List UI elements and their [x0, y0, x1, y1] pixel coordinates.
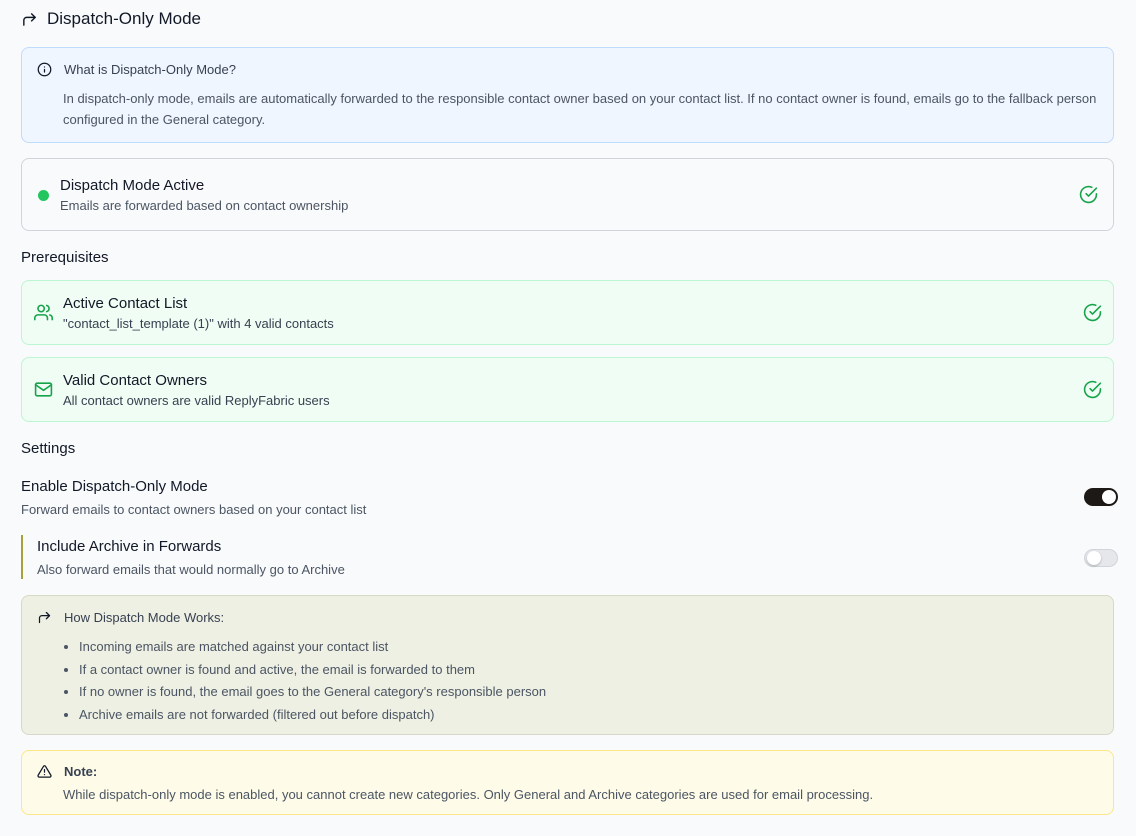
prereq-contact-owners: Valid Contact Owners All contact owners …: [21, 357, 1114, 422]
list-item: If a contact owner is found and active, …: [79, 659, 546, 682]
forward-arrow-icon: [38, 611, 51, 624]
toggle-knob: [1102, 490, 1116, 504]
setting-subtitle: Forward emails to contact owners based o…: [21, 502, 367, 517]
status-title: Dispatch Mode Active: [60, 177, 205, 194]
enable-dispatch-toggle[interactable]: [1084, 488, 1118, 506]
how-list: Incoming emails are matched against your…: [79, 636, 546, 726]
info-icon: [37, 62, 52, 77]
prereq-subtitle: All contact owners are valid ReplyFabric…: [63, 393, 330, 408]
page-title-text: Dispatch-Only Mode: [47, 9, 202, 28]
status-dot-icon: [38, 190, 49, 201]
info-title: What is Dispatch-Only Mode?: [64, 62, 236, 77]
toggle-knob: [1087, 551, 1101, 565]
note-box: Note: While dispatch-only mode is enable…: [21, 750, 1114, 815]
setting-subtitle: Also forward emails that would normally …: [37, 562, 345, 577]
note-title: Note:: [64, 764, 98, 779]
list-item: Incoming emails are matched against your…: [79, 636, 546, 659]
list-item: If no owner is found, the email goes to …: [79, 681, 546, 704]
setting-title: Include Archive in Forwards: [37, 538, 222, 555]
settings-heading: Settings: [21, 440, 76, 457]
prerequisites-heading: Prerequisites: [21, 249, 109, 266]
dispatch-status-card: Dispatch Mode Active Emails are forwarde…: [21, 158, 1114, 231]
enable-dispatch-setting: Enable Dispatch-Only Mode Forward emails…: [21, 478, 366, 517]
info-box: What is Dispatch-Only Mode? In dispatch-…: [21, 47, 1114, 143]
status-subtitle: Emails are forwarded based on contact ow…: [60, 198, 349, 213]
how-it-works-box: How Dispatch Mode Works: Incoming emails…: [21, 595, 1114, 735]
how-title: How Dispatch Mode Works:: [64, 610, 225, 625]
prereq-contact-list: Active Contact List "contact_list_templa…: [21, 280, 1114, 345]
page-title: Dispatch-Only Mode: [21, 8, 201, 30]
warning-icon: [37, 765, 52, 778]
check-circle-icon: [1083, 380, 1102, 399]
check-circle-icon: [1079, 185, 1098, 204]
info-body: In dispatch-only mode, emails are automa…: [63, 91, 1097, 127]
check-circle-icon: [1083, 303, 1102, 322]
include-archive-setting: Include Archive in Forwards Also forward…: [37, 538, 345, 577]
note-body: While dispatch-only mode is enabled, you…: [63, 787, 874, 802]
prereq-title: Valid Contact Owners: [63, 372, 207, 389]
prereq-title: Active Contact List: [63, 295, 188, 312]
users-icon: [34, 304, 53, 321]
include-archive-toggle[interactable]: [1084, 549, 1118, 567]
list-item: Archive emails are not forwarded (filter…: [79, 704, 546, 727]
archive-indent-line: [21, 535, 23, 579]
setting-title: Enable Dispatch-Only Mode: [21, 478, 208, 495]
forward-arrow-icon: [23, 12, 36, 26]
mail-icon: [34, 382, 53, 397]
prereq-subtitle: "contact_list_template (1)" with 4 valid…: [63, 316, 334, 331]
